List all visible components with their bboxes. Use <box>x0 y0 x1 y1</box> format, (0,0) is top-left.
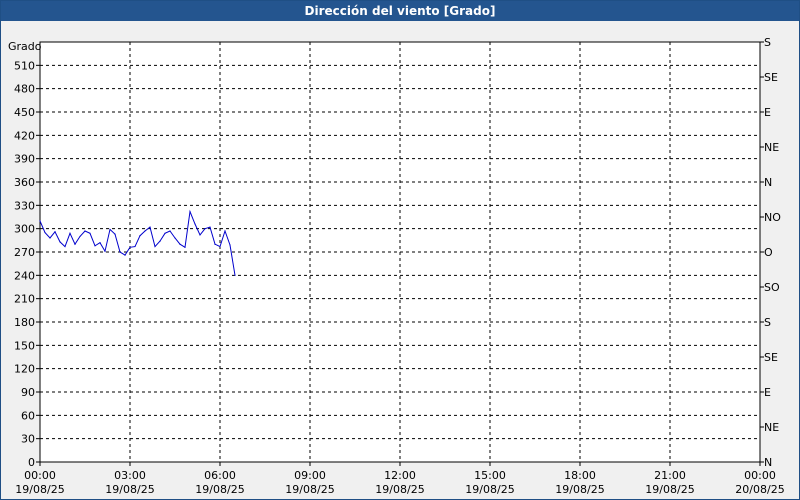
y-axis-ticks: 0 30 60 90 120 150 180 210 240 270 300 330 360 390 420… <box>14 59 40 469</box>
y-tick-label: 0 <box>28 456 35 469</box>
data-point <box>99 242 101 244</box>
x-axis-ticks: 00:0019/08/2503:0019/08/2506:0019/08/250… <box>15 462 785 496</box>
data-point <box>129 246 131 248</box>
y-tick-label: 90 <box>21 386 35 399</box>
y-tick-label: 390 <box>14 153 35 166</box>
data-point <box>44 231 46 234</box>
data-point <box>224 230 226 232</box>
right-axis-compass-ticks: N NE E SE S SO O NO N NE E SE S <box>760 36 781 469</box>
y-tick-label: 150 <box>14 339 35 352</box>
data-point <box>189 210 191 213</box>
data-point <box>149 226 151 228</box>
data-point <box>84 230 86 232</box>
data-point <box>139 235 141 237</box>
data-point <box>154 245 156 248</box>
data-point <box>134 245 136 248</box>
right-tick-label: E <box>764 106 771 119</box>
x-tick-date: 20/08/25 <box>735 483 784 496</box>
data-point <box>124 254 126 256</box>
right-tick-label: NE <box>764 421 779 434</box>
data-point <box>74 243 76 245</box>
x-tick-time: 09:00 <box>294 469 326 482</box>
right-tick-label: S <box>764 316 771 329</box>
x-tick-time: 00:00 <box>24 469 56 482</box>
x-tick-time: 15:00 <box>474 469 506 482</box>
data-point <box>169 230 171 232</box>
data-point <box>79 235 81 238</box>
y-tick-label: 420 <box>14 129 35 142</box>
window-title: Dirección del viento [Grado] <box>1 1 799 21</box>
y-tick-label: 450 <box>14 106 35 119</box>
right-tick-label: SO <box>764 281 780 294</box>
data-point <box>64 245 66 248</box>
data-point <box>219 245 221 248</box>
data-point <box>164 232 166 234</box>
data-point <box>49 237 51 239</box>
y-tick-label: 330 <box>14 199 35 212</box>
y-tick-label: 120 <box>14 363 35 376</box>
data-point <box>104 250 106 252</box>
y-tick-label: 300 <box>14 223 35 236</box>
data-point <box>199 234 201 236</box>
data-point <box>89 232 91 234</box>
right-tick-label: N <box>764 176 772 189</box>
data-point <box>234 274 236 276</box>
y-tick-label: 270 <box>14 246 35 259</box>
y-tick-label: 30 <box>21 433 35 446</box>
y-axis-title: Grado <box>8 40 42 53</box>
data-point <box>214 243 216 245</box>
y-tick-label: 180 <box>14 316 35 329</box>
x-tick-time: 00:00 <box>744 469 776 482</box>
data-point <box>159 240 161 242</box>
data-point <box>114 233 116 235</box>
y-tick-label: 510 <box>14 59 35 72</box>
data-point <box>109 228 111 231</box>
data-point <box>194 223 196 225</box>
right-tick-label: SE <box>764 71 778 84</box>
data-point <box>119 251 121 253</box>
x-tick-time: 12:00 <box>384 469 416 482</box>
data-point <box>94 245 96 247</box>
data-point <box>229 244 231 246</box>
x-tick-date: 19/08/25 <box>15 483 64 496</box>
right-tick-label: O <box>764 246 773 259</box>
data-point <box>184 246 186 248</box>
x-tick-date: 19/08/25 <box>285 483 334 496</box>
wind-direction-chart: Grado 0 30 60 90 120 150 180 210 240 270 300 330 360… <box>8 36 785 496</box>
x-tick-time: 21:00 <box>654 469 686 482</box>
x-tick-date: 19/08/25 <box>195 483 244 496</box>
data-point <box>179 243 181 245</box>
chart-window: Dirección del viento [Grado] Grado 0 30 60… <box>0 0 800 500</box>
x-tick-date: 19/08/25 <box>105 483 154 496</box>
x-tick-date: 19/08/25 <box>375 483 424 496</box>
right-tick-label: NO <box>764 211 781 224</box>
x-tick-date: 19/08/25 <box>465 483 514 496</box>
x-tick-time: 06:00 <box>204 469 236 482</box>
x-tick-time: 03:00 <box>114 469 146 482</box>
right-tick-label: NE <box>764 141 779 154</box>
x-tick-date: 19/08/25 <box>555 483 604 496</box>
y-tick-label: 210 <box>14 293 35 306</box>
data-point <box>39 220 41 222</box>
data-point <box>59 241 61 243</box>
y-tick-label: 360 <box>14 176 35 189</box>
right-tick-label: N <box>764 456 772 469</box>
y-tick-label: 480 <box>14 83 35 96</box>
data-point <box>54 231 56 233</box>
data-point <box>204 228 206 230</box>
data-point <box>209 226 211 228</box>
data-point <box>174 237 176 239</box>
data-point <box>69 232 71 234</box>
right-tick-label: S <box>764 36 771 49</box>
x-tick-time: 18:00 <box>564 469 596 482</box>
data-point <box>144 230 146 232</box>
y-tick-label: 240 <box>14 269 35 282</box>
right-tick-label: SE <box>764 351 778 364</box>
y-tick-label: 60 <box>21 409 35 422</box>
right-tick-label: E <box>764 386 771 399</box>
x-tick-date: 19/08/25 <box>645 483 694 496</box>
